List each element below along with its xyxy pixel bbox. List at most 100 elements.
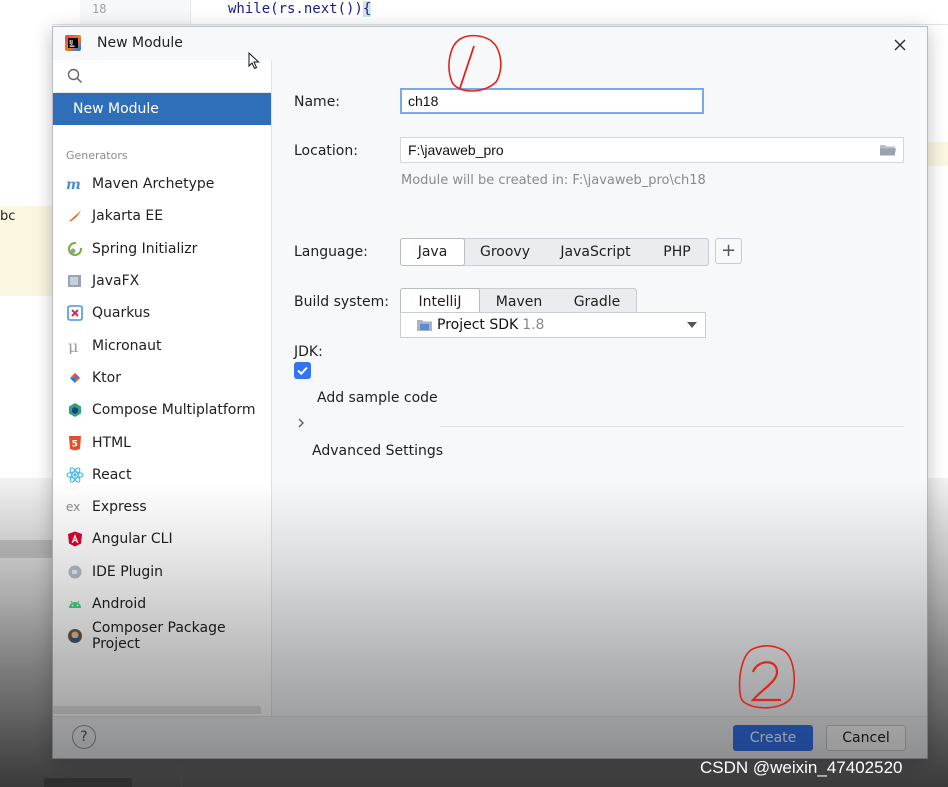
language-label: Language: <box>294 244 368 260</box>
generator-label: Composer Package Project <box>92 620 226 653</box>
code-text: while(rs.next()) <box>228 1 363 17</box>
sidebar-item-javafx[interactable]: JavaFX <box>53 265 271 297</box>
advanced-divider <box>440 426 904 427</box>
generator-sidebar: New Module Generators m Maven Archetype … <box>53 60 272 716</box>
chevron-right-icon[interactable] <box>296 418 306 428</box>
module-form: Name: Location: Module will be created i… <box>272 60 927 716</box>
javafx-icon <box>66 272 84 290</box>
location-field[interactable] <box>400 137 904 163</box>
create-button[interactable]: Create <box>733 725 813 751</box>
ide-bottom-bar <box>0 540 52 558</box>
sidebar-item-micronaut[interactable]: μ Micronaut <box>53 329 271 361</box>
sdk-folder-icon <box>417 320 432 331</box>
sidebar-item-ide-plugin[interactable]: IDE Plugin <box>53 556 271 588</box>
sidebar-item-quarkus[interactable]: Quarkus <box>53 297 271 329</box>
add-sample-code-checkbox[interactable] <box>294 362 311 379</box>
jdk-sdk-name: Project SDK <box>437 317 519 333</box>
generator-label: Spring Initializr <box>92 240 198 257</box>
add-sample-code-label[interactable]: Add sample code <box>317 390 438 406</box>
sidebar-item-ktor[interactable]: Ktor <box>53 362 271 394</box>
angular-icon <box>66 530 84 548</box>
sidebar-item-express[interactable]: ex Express <box>53 491 271 523</box>
express-icon: ex <box>66 498 84 516</box>
mouse-pointer-icon <box>248 52 260 70</box>
name-label: Name: <box>294 94 341 110</box>
sidebar-item-composer-package-project[interactable]: Composer Package Project <box>53 620 271 652</box>
jdk-dropdown[interactable]: Project SDK 1.8 <box>400 312 706 338</box>
sidebar-item-compose-multiplatform[interactable]: Compose Multiplatform <box>53 394 271 426</box>
generator-label: Micronaut <box>92 337 162 354</box>
sidebar-item-spring-initializr[interactable]: Spring Initializr <box>53 233 271 265</box>
ide-left-fragment: bc <box>0 209 16 224</box>
line-number: 18 <box>92 2 107 16</box>
generator-label: Maven Archetype <box>92 176 215 193</box>
quarkus-icon <box>66 304 84 322</box>
intellij-app-icon: IJ <box>65 35 81 51</box>
close-icon <box>894 39 906 51</box>
browse-folder-icon[interactable] <box>879 143 897 157</box>
code-line[interactable]: while(rs.next()){ <box>228 1 372 17</box>
check-icon <box>297 366 308 376</box>
sidebar-item-react[interactable]: React <box>53 459 271 491</box>
build-system-label: Build system: <box>294 294 389 310</box>
sidebar-item-angular-cli[interactable]: Angular CLI <box>53 523 271 555</box>
watermark: CSDN @weixin_47402520 <box>700 758 903 777</box>
cancel-button[interactable]: Cancel <box>826 725 906 751</box>
language-option-php[interactable]: PHP <box>646 239 708 265</box>
add-language-button[interactable]: + <box>715 238 742 264</box>
search-input[interactable] <box>89 64 263 90</box>
sidebar-item-android[interactable]: Android <box>53 588 271 620</box>
dialog-title: New Module <box>97 35 183 51</box>
react-icon <box>66 466 84 484</box>
svg-text:μ: μ <box>68 338 78 354</box>
micronaut-icon: μ <box>66 337 84 355</box>
jdk-value: Project SDK 1.8 <box>437 317 544 333</box>
spring-icon <box>66 240 84 258</box>
sidebar-item-html[interactable]: 5 HTML <box>53 426 271 458</box>
chevron-down-icon <box>687 322 697 328</box>
help-button[interactable]: ? <box>72 725 96 749</box>
generator-list: m Maven Archetype Jakarta EE Spring Init… <box>53 168 271 652</box>
close-button[interactable] <box>887 31 913 57</box>
generator-label: Express <box>92 499 147 516</box>
search-icon <box>67 68 83 84</box>
generators-heading: Generators <box>66 149 128 162</box>
svg-text:IJ: IJ <box>69 40 73 46</box>
advanced-settings-toggle[interactable]: Advanced Settings <box>312 443 443 459</box>
language-option-groovy[interactable]: Groovy <box>465 239 545 265</box>
location-hint: Module will be created in: F:\javaweb_pr… <box>401 173 706 188</box>
ide-divider <box>181 758 182 787</box>
generator-label: Jakarta EE <box>92 208 164 225</box>
language-option-java[interactable]: Java <box>400 238 465 266</box>
sidebar-search <box>53 60 271 93</box>
sidebar-item-maven-archetype[interactable]: m Maven Archetype <box>53 168 271 200</box>
compose-icon <box>66 401 84 419</box>
generator-label: HTML <box>92 434 131 451</box>
svg-text:5: 5 <box>72 439 78 449</box>
android-icon <box>66 595 84 613</box>
annotation-mark-2 <box>738 645 796 709</box>
generator-label: Quarkus <box>92 305 151 322</box>
ide-bottom-tab[interactable] <box>44 778 132 787</box>
jdk-label: JDK: <box>294 344 323 360</box>
code-cursor-char: { <box>362 1 372 17</box>
generator-label: React <box>92 466 132 483</box>
maven-icon: m <box>66 175 84 193</box>
generator-label: Android <box>92 596 147 612</box>
sidebar-item-new-module[interactable]: New Module <box>53 93 271 125</box>
composer-icon <box>66 627 84 645</box>
generator-label: IDE Plugin <box>92 563 164 580</box>
generator-label: Angular CLI <box>92 531 173 548</box>
generator-label: Compose Multiplatform <box>92 402 256 419</box>
jakarta-icon <box>66 207 84 225</box>
svg-text:m: m <box>66 177 81 191</box>
sidebar-scrollbar[interactable] <box>53 706 261 714</box>
language-option-javascript[interactable]: JavaScript <box>545 239 646 265</box>
dialog-footer: ? Create Cancel <box>53 716 927 758</box>
generator-label: JavaFX <box>92 273 140 290</box>
annotation-mark-1 <box>448 34 502 92</box>
location-label: Location: <box>294 143 358 159</box>
generator-label: Ktor <box>92 369 121 386</box>
sidebar-item-jakarta-ee[interactable]: Jakarta EE <box>53 200 271 232</box>
html5-icon: 5 <box>66 434 84 452</box>
